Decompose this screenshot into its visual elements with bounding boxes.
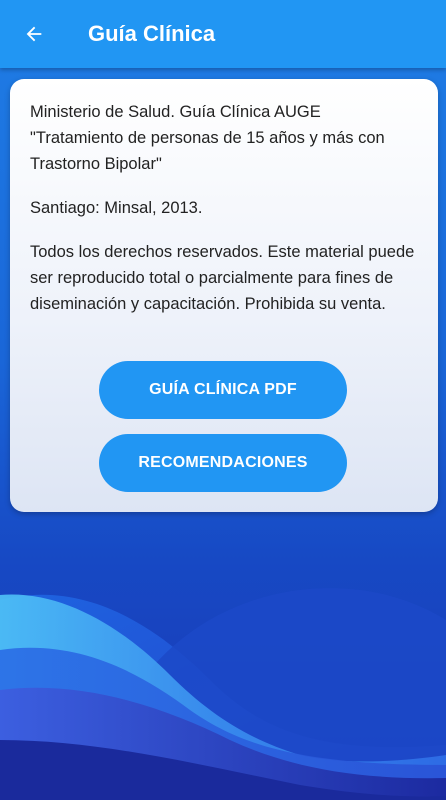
back-button[interactable] <box>0 0 68 68</box>
page-title: Guía Clínica <box>88 21 216 46</box>
publication-text: Santiago: Minsal, 2013. <box>30 199 203 217</box>
app-bar: Guía Clínica <box>0 0 446 68</box>
arrow-left-icon <box>26 26 42 42</box>
citation-text: Ministerio de Salud. Guía Clínica AUGE "… <box>30 103 385 173</box>
guia-clinica-pdf-label: GUÍA CLÍNICA PDF <box>149 381 297 398</box>
guia-clinica-pdf-button[interactable]: GUÍA CLÍNICA PDF <box>99 361 347 419</box>
recomendaciones-label: RECOMENDACIONES <box>138 454 308 471</box>
wave-background <box>0 588 446 800</box>
info-card: Ministerio de Salud. Guía Clínica AUGE "… <box>10 79 438 512</box>
recomendaciones-button[interactable]: RECOMENDACIONES <box>99 434 347 492</box>
rights-text: Todos los derechos reservados. Este mate… <box>30 243 415 313</box>
